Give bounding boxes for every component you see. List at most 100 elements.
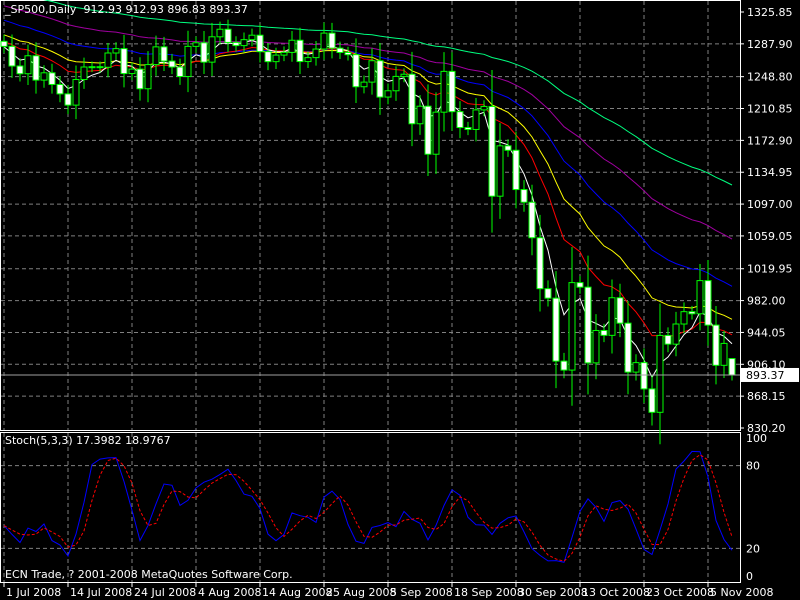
candle-bear (688, 311, 696, 315)
price-tick-label: 1097.00 (747, 198, 793, 211)
candle-bear (704, 280, 712, 326)
candle-bull (304, 57, 312, 63)
symbol-label: _SP500,Daily (5, 3, 77, 16)
date-tick-label: 4 Aug 2008 (198, 586, 261, 599)
date-tick-label: 13 Oct 2008 (582, 586, 650, 599)
candle-bull (608, 297, 616, 336)
candle-bear (120, 48, 128, 75)
candle-bear (136, 68, 144, 90)
price-tick-label: 1134.95 (747, 166, 793, 179)
candle-bear (336, 47, 344, 53)
moving-average-21 (3, 34, 733, 320)
candle-bull (384, 90, 392, 98)
candle-bear (624, 322, 632, 373)
date-tick-label: 14 Jul 2008 (70, 586, 132, 599)
candle-bear (344, 51, 352, 56)
candle-bull (72, 79, 80, 106)
candle-bear (376, 60, 384, 98)
candle-bull (144, 64, 152, 90)
candle-bear (328, 32, 336, 49)
candle-bear (536, 237, 544, 290)
date-tick-label: 30 Sep 2008 (518, 586, 588, 599)
candle-bear (296, 39, 304, 63)
stochastic-tick-label: 20 (746, 542, 760, 555)
candle-bull (480, 105, 488, 111)
candle-bear (560, 360, 568, 371)
candle-bear (544, 288, 552, 299)
candle-bear (176, 66, 184, 78)
candle-bear (584, 286, 592, 364)
candle-bull (416, 105, 424, 125)
date-tick-label: 5 Sep 2008 (390, 586, 453, 599)
candle-bear (520, 189, 528, 203)
candle-bull (432, 111, 440, 155)
candle-bear (504, 145, 512, 151)
moving-average-34 (3, 19, 733, 287)
candle-bull (248, 34, 256, 41)
candle-bull (104, 52, 112, 68)
candle-bull (152, 46, 160, 66)
candle-bull (568, 282, 576, 371)
candle-bear (512, 149, 520, 191)
candle-bear (64, 93, 72, 106)
candle-bear (16, 65, 24, 75)
candle-bear (256, 34, 264, 53)
candle-bear (552, 297, 560, 362)
candle-bear (224, 28, 232, 43)
stochastic-tick-label: 100 (746, 432, 767, 445)
candle-bear (728, 358, 736, 376)
moving-average-89 (43, 0, 733, 186)
price-tick-label: 1210.85 (747, 103, 793, 116)
candle-bull (128, 68, 136, 75)
candle-bear (448, 70, 456, 113)
candle-bear (8, 45, 16, 67)
copyright-text: ECN Trade, ? 2001-2008 MetaQuotes Softwa… (5, 568, 293, 581)
candle-bull (216, 28, 224, 38)
date-tick-label: 24 Jul 2008 (134, 586, 196, 599)
candle-bull (88, 66, 96, 69)
date-tick-label: 25 Aug 2008 (326, 586, 396, 599)
candle-bull (472, 109, 480, 130)
candle-bull (240, 39, 248, 47)
candle-bull (112, 48, 120, 54)
candle-bear (456, 111, 464, 129)
candle-bear (200, 42, 208, 63)
chart-canvas[interactable]: 1325.85 1287.90 1248.80 1210.85 1172.90 1134.… (0, 0, 800, 600)
candle-bull (280, 51, 288, 56)
candle-bear (488, 105, 496, 197)
price-tick-label: 1287.90 (747, 38, 793, 51)
date-tick-label: 23 Oct 2008 (646, 586, 714, 599)
candle-bull (208, 36, 216, 63)
current-price-label: 893.37 (746, 369, 785, 382)
candle-bull (368, 60, 376, 83)
candle-bull (192, 42, 200, 47)
candle-bull (80, 66, 88, 81)
candle-bull (40, 72, 48, 81)
ohlc-readout: 912.93 912.93 896.83 893.37 (83, 3, 248, 16)
date-tick-label: 1 Jul 2008 (6, 586, 61, 599)
candle-bull (672, 323, 680, 345)
candle-bear (352, 54, 360, 88)
price-tick-label: 1248.80 (747, 71, 793, 84)
candle-bear (0, 40, 8, 47)
candle-bull (272, 54, 280, 63)
date-tick-label: 18 Sep 2008 (454, 586, 524, 599)
candle-bear (576, 282, 584, 288)
candle-bull (312, 48, 320, 59)
price-tick-label: 1019.95 (747, 263, 793, 276)
candle-bear (264, 51, 272, 63)
candle-bull (496, 145, 504, 197)
candle-bear (160, 46, 168, 62)
candle-bull (656, 334, 664, 413)
date-tick-label: 5 Nov 2008 (710, 586, 773, 599)
candle-bull (632, 362, 640, 373)
candle-bear (664, 334, 672, 345)
candle-bear (32, 55, 40, 81)
candle-bull (592, 329, 600, 364)
candle-bear (528, 201, 536, 239)
stochastic-pane-frame (0, 432, 741, 583)
price-tick-label: 944.05 (747, 326, 786, 339)
price-tick-label: 1325.85 (747, 6, 793, 19)
candle-bear (424, 105, 432, 155)
stochastic-signal-line (3, 454, 733, 562)
